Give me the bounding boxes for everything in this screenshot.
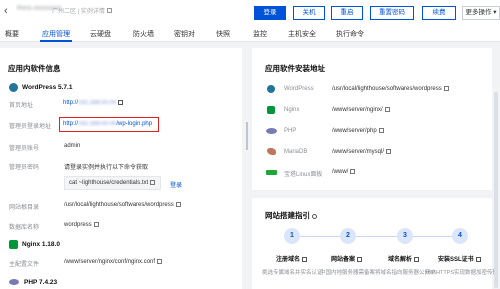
nginx-conf-value: /www/server/nginx/conf/nginx.conf (64, 259, 163, 265)
php-icon (9, 279, 19, 285)
nginx-icon (9, 240, 18, 249)
step-4-badge: 4 (452, 228, 468, 244)
php-icon (266, 128, 277, 134)
bt-panel-path: /www/ (332, 169, 356, 175)
admin-pass-label: 管理员密码 (9, 165, 40, 171)
copy-icon[interactable] (386, 149, 392, 154)
external-link-icon (414, 257, 420, 262)
install-paths-title: 应用软件安装地址 (265, 64, 325, 73)
step-1-title[interactable]: 注册域名 (276, 254, 308, 263)
more-actions-button[interactable]: 更多操作 ▾ (462, 6, 500, 20)
nginx-conf-label: 主配置文件 (9, 262, 40, 268)
instance-header: ‹ lhins-xxxxxxxx 广州二区 | 实例详情 登录 关机 重启 重置… (0, 0, 500, 26)
tab-cloud-disk[interactable]: 云硬盘 (90, 29, 111, 39)
step-4-desc: 开启HTTPS实现数据加密传输 (425, 270, 499, 276)
step-1-desc: 挑选专属域名并实名认证 (262, 270, 323, 276)
admin-url-label: 管理员登录地址 (9, 124, 52, 130)
wordpress-name: WordPress 5.7.1 (22, 84, 73, 91)
php-path: /www/server/php (332, 128, 384, 134)
tab-host-security[interactable]: 主机安全 (288, 29, 316, 39)
reset-password-button[interactable]: 重置密码 (370, 6, 414, 20)
copy-icon[interactable] (93, 222, 99, 227)
mariadb-icon (267, 148, 276, 155)
php-name: PHP 7.4.23 (24, 279, 58, 286)
mariadb-path: /www/server/mysql/ (332, 149, 392, 155)
restart-button[interactable]: 重启 (331, 6, 363, 20)
admin-user-label: 管理员账号 (9, 146, 40, 152)
tab-overview[interactable]: 概要 (5, 29, 19, 39)
admin-pass-hint: 请登录实例并执行以下命令获取 (64, 165, 149, 171)
renew-button[interactable]: 续费 (422, 6, 456, 20)
shutdown-button[interactable]: 关机 (293, 6, 325, 20)
external-link-icon (302, 257, 308, 262)
copy-icon[interactable] (350, 169, 356, 174)
help-icon (312, 214, 317, 219)
admin-url-link[interactable]: http://192.168.00.00/wp-login.php (63, 121, 152, 127)
admin-user-value: admin (64, 143, 81, 149)
copy-icon[interactable] (384, 107, 390, 112)
tab-monitoring[interactable]: 监控 (253, 29, 267, 39)
panel-resize-handle[interactable] (246, 122, 248, 150)
home-url-link[interactable]: http://192.168.00.00 (63, 100, 124, 106)
external-link-icon (118, 100, 124, 105)
db-name-label: 数据库名称 (9, 225, 40, 231)
nginx-path: /www/server/nginx/ (332, 107, 390, 113)
copy-icon[interactable] (443, 86, 449, 91)
tab-app-management[interactable]: 应用管理 (42, 29, 70, 39)
copy-icon[interactable] (378, 128, 384, 133)
mariadb-label: MariaDB (284, 149, 308, 155)
step-4-title[interactable]: 安装SSL证书 (438, 254, 481, 263)
copy-icon[interactable] (150, 180, 156, 185)
tab-keypair[interactable]: 密钥对 (174, 29, 195, 39)
wordpress-label: WordPress (284, 86, 314, 92)
nginx-label: Nginx (284, 107, 300, 113)
login-link[interactable]: 登录 (170, 180, 182, 189)
nginx-icon (267, 106, 275, 114)
external-link-icon (357, 257, 363, 262)
step-2-desc: 中国内地服务器需备案 (320, 270, 376, 276)
home-url-label: 首页地址 (9, 103, 34, 109)
active-tab-indicator (40, 40, 72, 42)
bt-panel-label: 宝塔Linux面板 (284, 172, 323, 178)
tab-run-command[interactable]: 执行命令 (336, 29, 364, 39)
tab-bar: 概要 应用管理 云硬盘 防火墙 密钥对 快照 监控 主机安全 执行命令 (0, 26, 500, 42)
site-root-label: 网站根目录 (9, 205, 40, 211)
tab-firewall[interactable]: 防火墙 (133, 29, 154, 39)
site-root-value: /usr/local/lighthouse/softwares/wordpres… (64, 202, 181, 208)
step-3-title[interactable]: 域名解析 (388, 254, 420, 263)
copy-icon[interactable] (106, 8, 112, 13)
wordpress-icon (267, 85, 275, 93)
step-2-title[interactable]: 网站备案 (331, 254, 363, 263)
instance-subtitle: 广州二区 | 实例详情 (52, 6, 112, 15)
step-2-badge: 2 (340, 228, 356, 244)
copy-icon[interactable] (175, 202, 181, 207)
back-arrow-icon[interactable]: ‹ (4, 6, 14, 17)
steps-connector (300, 236, 460, 237)
nginx-name: Nginx 1.18.0 (22, 241, 60, 248)
site-guide-title: 网站搭建指引 (265, 210, 317, 221)
step-1-badge: 1 (284, 228, 300, 244)
db-name-value: wordpress (64, 222, 99, 228)
admin-pass-command: cat ~lighthouse/credentials.txt (69, 180, 156, 186)
panel-title: 应用内软件信息 (8, 64, 61, 73)
tab-snapshot[interactable]: 快照 (216, 29, 230, 39)
php-label: PHP (284, 128, 297, 134)
login-button[interactable]: 登录 (254, 6, 286, 20)
copy-icon[interactable] (157, 259, 163, 264)
scrollbar[interactable] (494, 92, 498, 288)
bt-panel-icon (266, 170, 277, 175)
wordpress-icon (9, 83, 18, 92)
wordpress-path: /usr/local/lighthouse/softwares/wordpres… (332, 86, 449, 92)
step-3-badge: 3 (397, 228, 413, 244)
external-link-icon (475, 257, 481, 262)
